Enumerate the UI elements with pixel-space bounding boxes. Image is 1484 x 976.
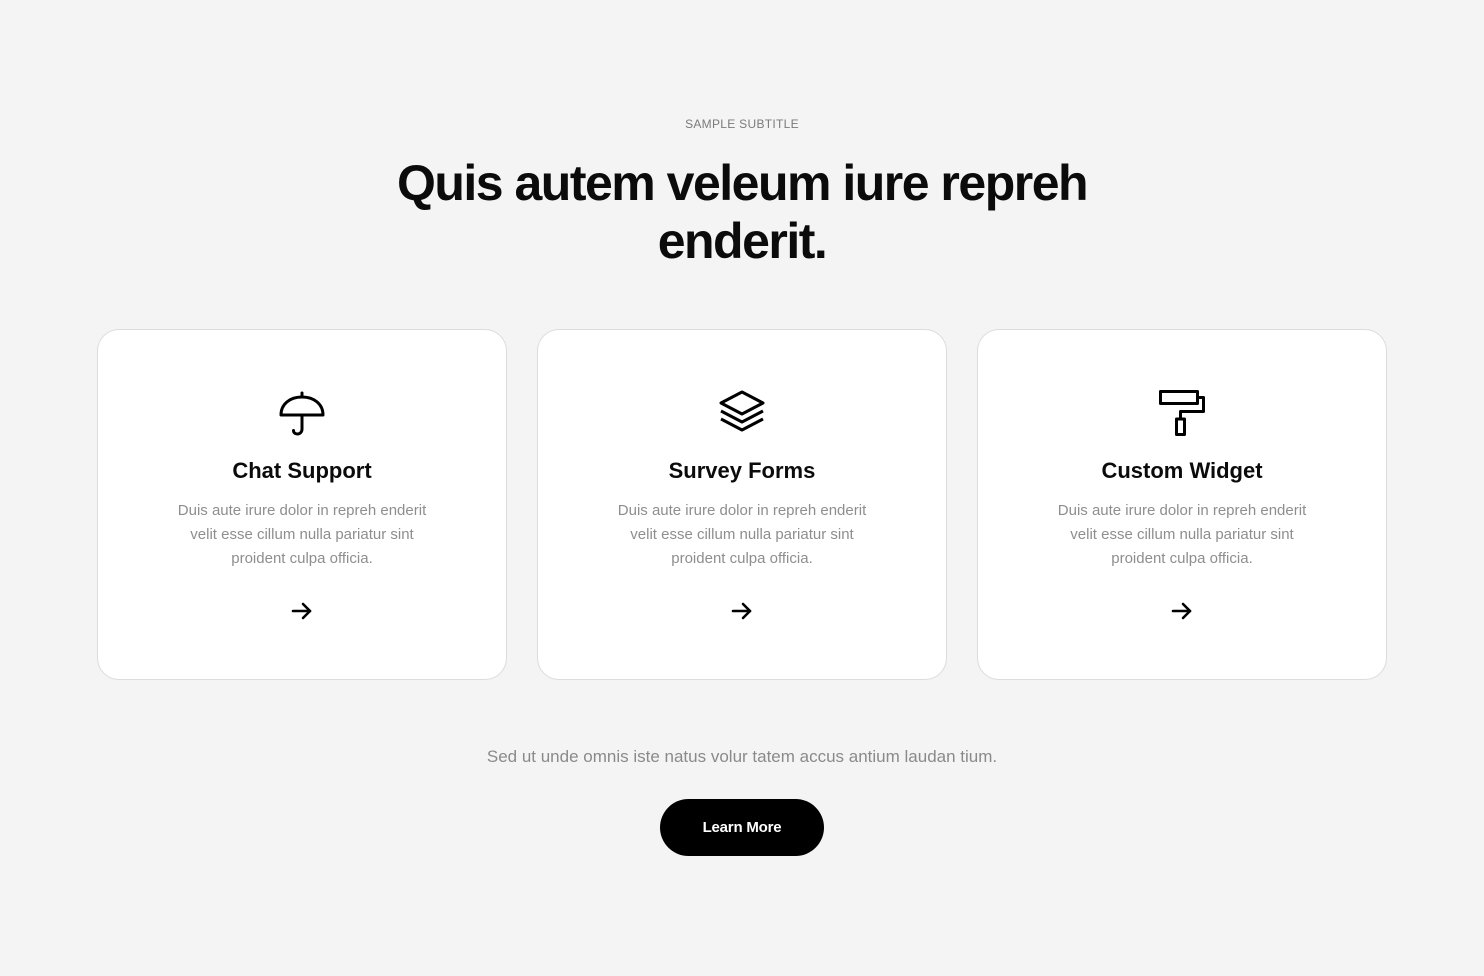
card-description: Duis aute irure dolor in repreh enderit … [617,502,867,567]
section-heading: Quis autem veleum iure repreh enderit. [396,155,1089,269]
umbrella-icon [277,388,327,438]
layers-icon [717,388,767,438]
feature-card-custom-widget: Custom Widget Duis aute irure dolor in r… [977,329,1387,680]
card-description: Duis aute irure dolor in repreh enderit … [1057,502,1307,567]
section-subtitle: SAMPLE SUBTITLE [685,117,799,131]
paint-roller-icon [1157,388,1207,438]
card-title: Survey Forms [668,458,816,483]
arrow-right-icon[interactable] [290,599,314,623]
arrow-right-icon[interactable] [1170,599,1194,623]
footer-text: Sed ut unde omnis iste natus volur tatem… [486,747,998,766]
features-section: SAMPLE SUBTITLE Quis autem veleum iure r… [0,0,1484,976]
learn-more-button[interactable]: Learn More [660,799,824,856]
feature-cards: Chat Support Duis aute irure dolor in re… [97,329,1387,680]
card-description: Duis aute irure dolor in repreh enderit … [177,502,427,567]
feature-card-chat-support: Chat Support Duis aute irure dolor in re… [97,329,507,680]
card-title: Custom Widget [1101,458,1263,483]
arrow-right-icon[interactable] [730,599,754,623]
card-title: Chat Support [232,458,372,483]
feature-card-survey-forms: Survey Forms Duis aute irure dolor in re… [537,329,947,680]
